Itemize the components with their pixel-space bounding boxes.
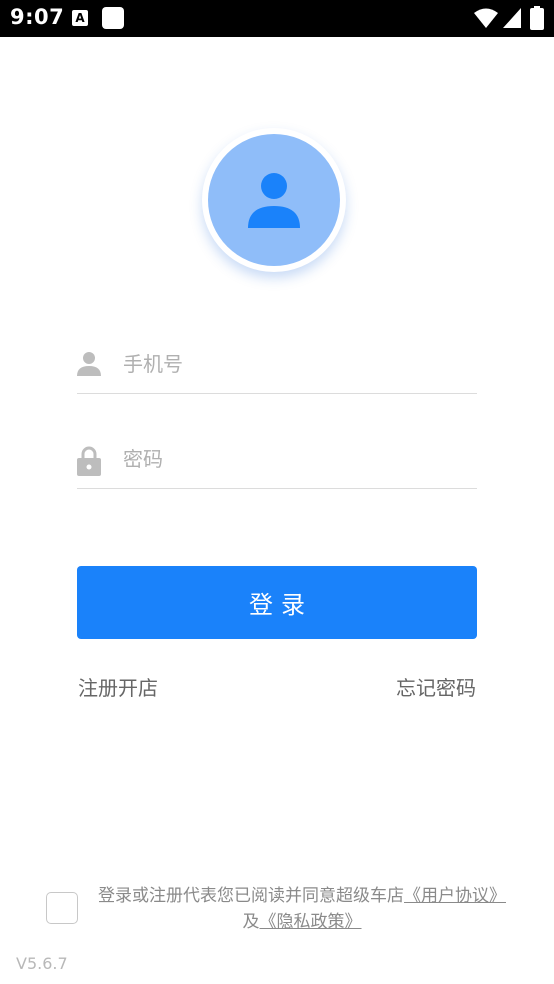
forgot-password-link[interactable]: 忘记密码 (396, 672, 476, 701)
register-store-link[interactable]: 注册开店 (78, 672, 158, 701)
user-icon (77, 352, 101, 376)
app-version: V5.6.7 (16, 954, 68, 973)
status-a-icon: A (72, 10, 88, 26)
status-app-icon (102, 7, 124, 29)
phone-input[interactable] (123, 347, 463, 381)
user-agreement-link[interactable]: 《用户协议》 (404, 886, 506, 906)
agreement-text: 登录或注册代表您已阅读并同意超级车店《用户协议》及《隐私政策》 (96, 883, 508, 935)
password-input[interactable] (123, 442, 463, 476)
phone-field (77, 337, 477, 394)
wifi-icon (474, 8, 498, 28)
lock-icon (77, 446, 101, 476)
avatar (202, 128, 346, 272)
avatar-circle (208, 134, 340, 266)
agreement-prefix: 登录或注册代表您已阅读并同意超级车店 (98, 886, 404, 906)
battery-icon (530, 6, 544, 30)
user-avatar-icon (248, 173, 300, 228)
status-time: 9:07 (10, 5, 65, 29)
privacy-policy-link[interactable]: 《隐私政策》 (260, 912, 362, 932)
password-field (77, 432, 477, 489)
signal-icon (503, 8, 521, 28)
agreement-checkbox[interactable] (46, 892, 78, 924)
login-button[interactable]: 登录 (77, 566, 477, 639)
status-bar: 9:07 A (0, 0, 554, 37)
agreement-connector: 及 (242, 912, 260, 932)
